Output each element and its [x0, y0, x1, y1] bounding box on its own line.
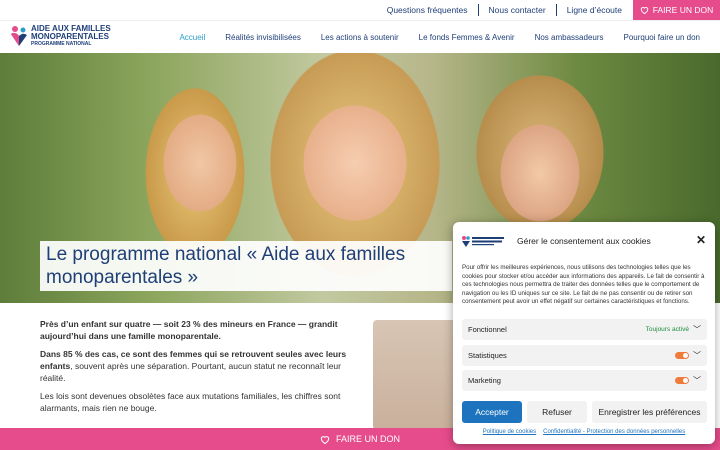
donate-button-top[interactable]: FAIRE UN DON: [633, 0, 720, 20]
logo-line-3: PROGRAMME NATIONAL: [31, 41, 92, 47]
nav-actions[interactable]: Les actions à soutenir: [311, 33, 409, 42]
top-links: Questions fréquentes Nous contacter Lign…: [377, 0, 632, 20]
intro-paragraph-1: Près d’un enfant sur quatre — soit 23 % …: [40, 318, 348, 342]
logo[interactable]: AIDE AUX FAMILLES MONOPARENTALES PROGRAM…: [10, 25, 111, 47]
logo-line-2: MONOPARENTALES: [31, 32, 109, 41]
intro-paragraph-2: Dans 85 % des cas, ce sont des femmes qu…: [40, 348, 348, 384]
cookie-text: Pour offrir les meilleures expériences, …: [462, 264, 705, 306]
cookie-logo-icon: [462, 236, 504, 247]
refuse-button[interactable]: Refuser: [527, 401, 587, 423]
cookie-policy-link[interactable]: Politique de cookies: [483, 429, 536, 435]
nav-realites[interactable]: Réalités invisibilisées: [215, 33, 311, 42]
always-active-label: Toujours activé: [645, 326, 689, 333]
cookie-consent-dialog: Gérer le consentement aux cookies ✕ Pour…: [453, 222, 715, 444]
faq-link[interactable]: Questions fréquentes: [377, 5, 478, 15]
close-icon[interactable]: ✕: [696, 233, 706, 247]
nav-accueil[interactable]: Accueil: [169, 33, 215, 42]
chevron-down-icon[interactable]: ﹀: [693, 375, 701, 386]
cookie-row-label: Statistiques: [468, 351, 507, 360]
top-bar: Questions fréquentes Nous contacter Lign…: [0, 0, 720, 20]
intro-paragraph-3: Les lois sont devenues obsolètes face au…: [40, 391, 341, 413]
nav-ambassadeurs[interactable]: Nos ambassadeurs: [525, 33, 614, 42]
cookie-row-functional[interactable]: Fonctionnel Toujours activé ﹀: [462, 319, 707, 340]
heart-icon: [640, 7, 648, 14]
nav-pourquoi-don[interactable]: Pourquoi faire un don: [614, 33, 711, 42]
intro-bold-1: Près d’un enfant sur quatre — soit 23 % …: [40, 319, 338, 341]
page: Questions fréquentes Nous contacter Lign…: [0, 0, 720, 450]
cookie-title: Gérer le consentement aux cookies: [517, 236, 651, 246]
cookie-links: Politique de cookies Confidentialité - P…: [453, 429, 715, 435]
privacy-link[interactable]: Confidentialité - Protection des données…: [543, 429, 685, 435]
marketing-toggle[interactable]: [675, 377, 689, 384]
statistics-toggle[interactable]: [675, 352, 689, 359]
heart-icon: [320, 435, 330, 444]
donate-bottom-label: FAIRE UN DON: [335, 434, 400, 444]
helpline-link[interactable]: Ligne d’écoute: [557, 5, 632, 15]
cookie-row-label: Fonctionnel: [468, 325, 507, 334]
chevron-down-icon[interactable]: ﹀: [693, 324, 701, 335]
main-nav: Accueil Réalités invisibilisées Les acti…: [169, 21, 710, 54]
cookie-row-statistics[interactable]: Statistiques ﹀: [462, 345, 707, 366]
cookie-row-label: Marketing: [468, 376, 501, 385]
family-logo-icon: [11, 26, 27, 46]
chevron-down-icon[interactable]: ﹀: [693, 350, 701, 361]
nav-fonds[interactable]: Le fonds Femmes & Avenir: [409, 33, 525, 42]
save-preferences-button[interactable]: Enregistrer les préférences: [592, 401, 707, 423]
intro-text: Près d’un enfant sur quatre — soit 23 % …: [40, 318, 348, 420]
hero-title: Le programme national « Aide aux famille…: [40, 241, 452, 291]
intro-text-2: , souvent après une séparation. Pourtant…: [40, 361, 341, 383]
cookie-row-marketing[interactable]: Marketing ﹀: [462, 370, 707, 391]
donate-label: FAIRE UN DON: [652, 5, 714, 15]
contact-link[interactable]: Nous contacter: [479, 5, 556, 15]
header: AIDE AUX FAMILLES MONOPARENTALES PROGRAM…: [0, 20, 720, 53]
content-photo: [373, 320, 458, 430]
accept-button[interactable]: Accepter: [462, 401, 522, 423]
